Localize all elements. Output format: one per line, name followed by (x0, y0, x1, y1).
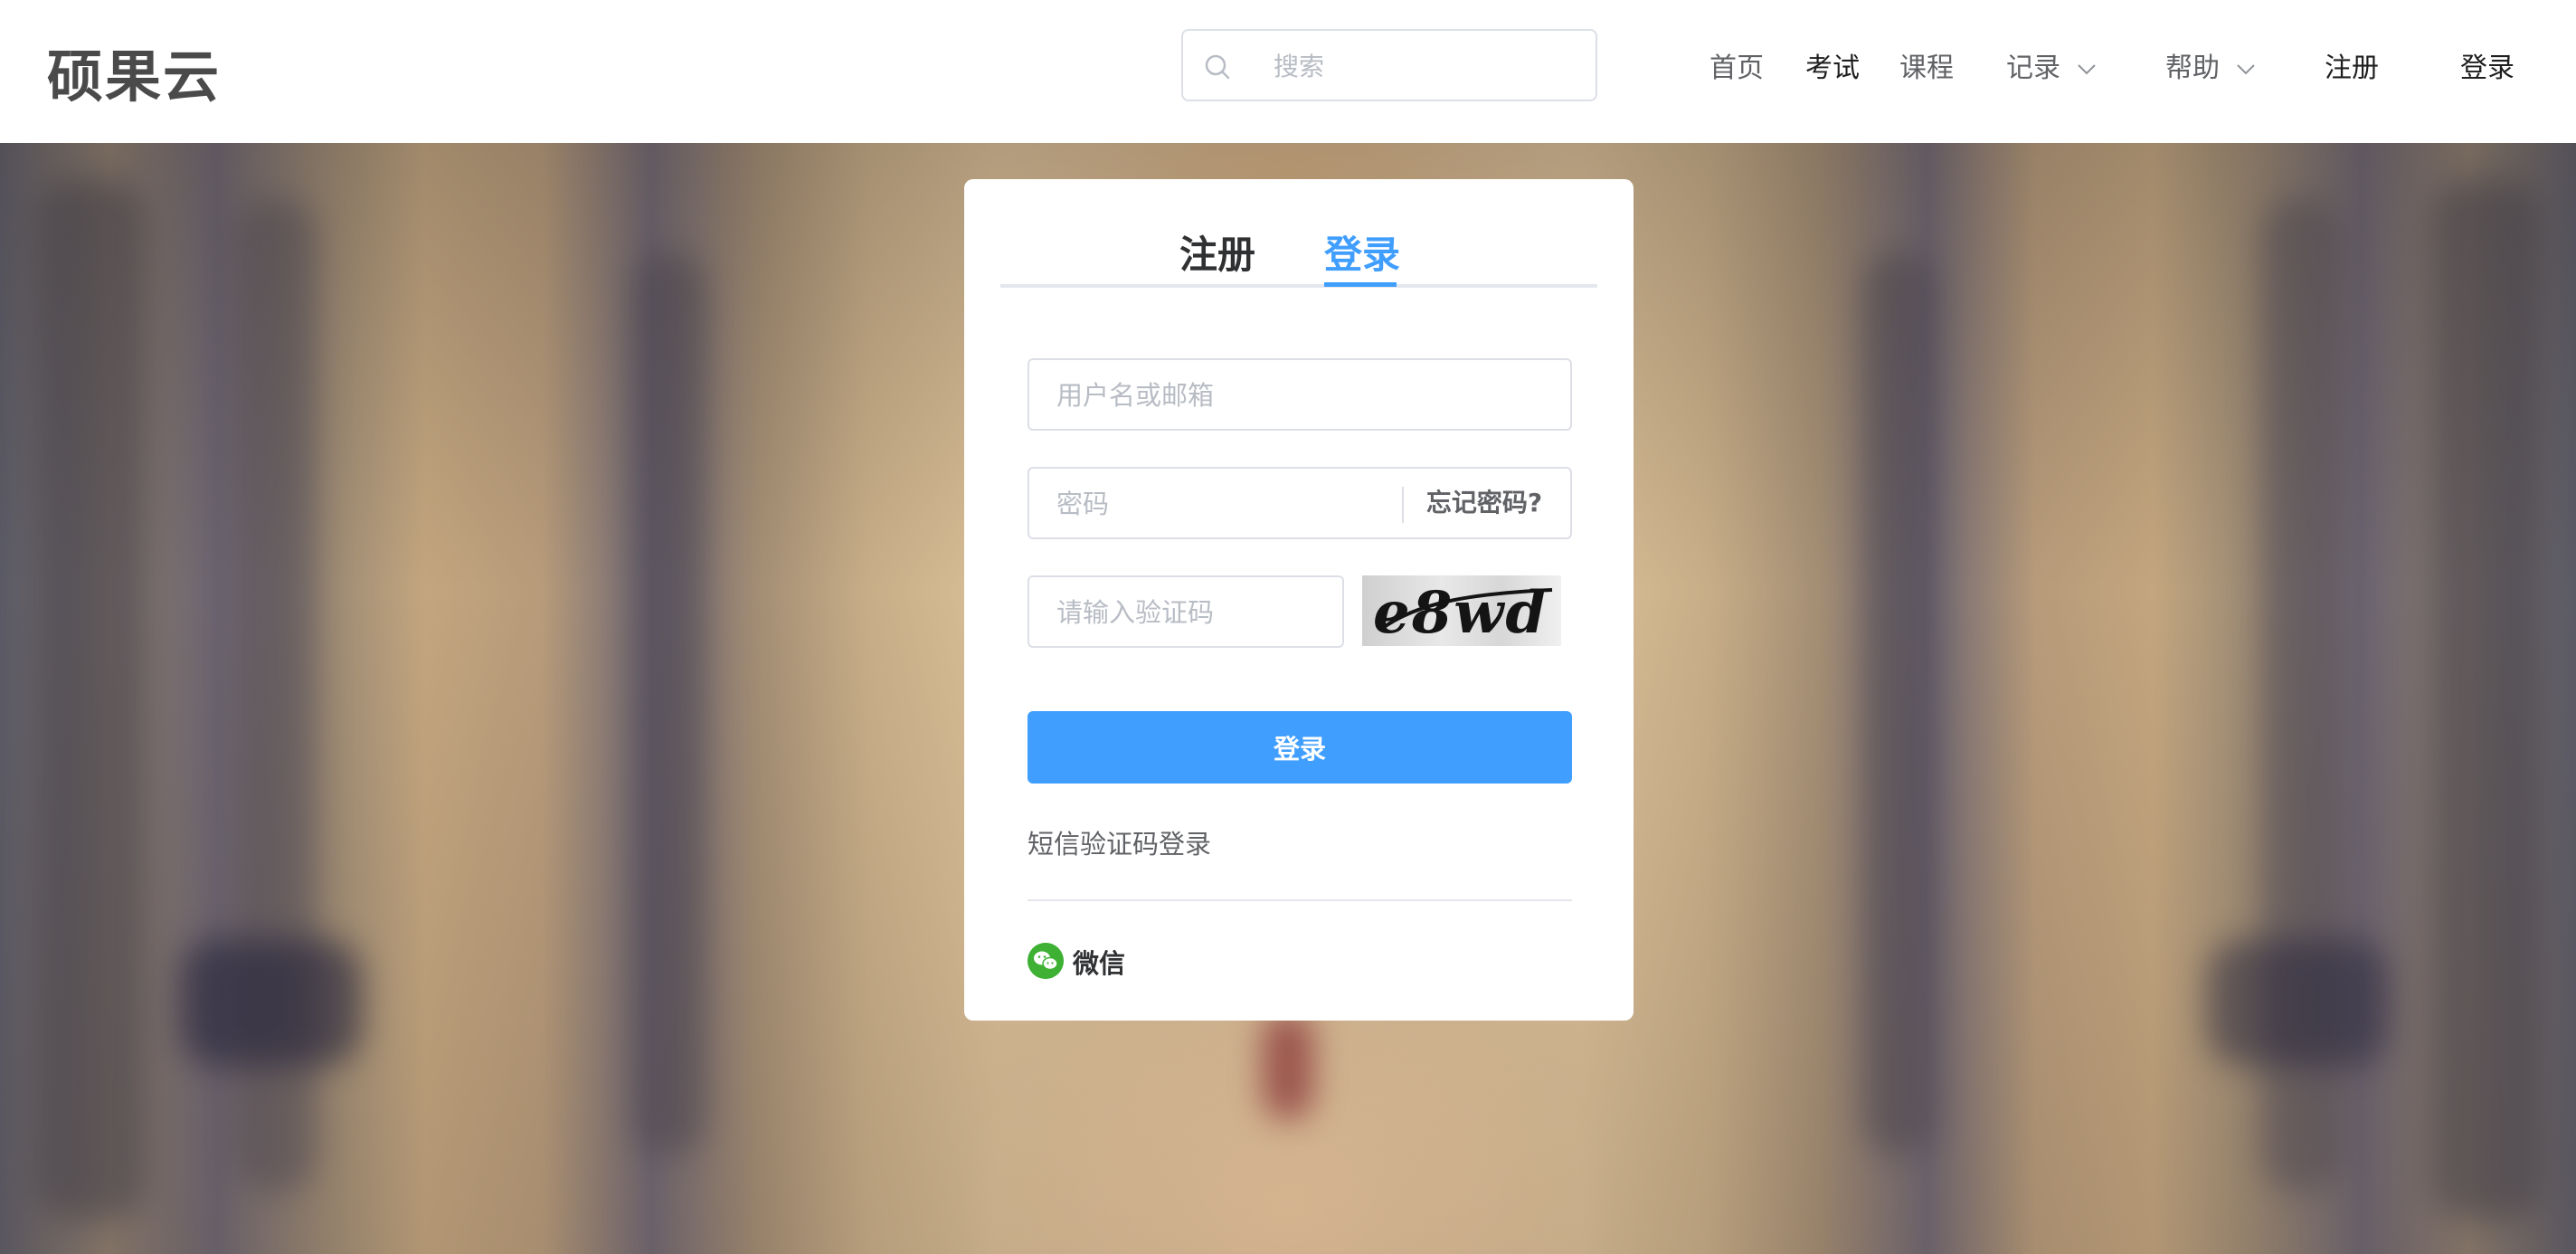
tabs-divider (1000, 284, 1597, 288)
sms-login-link[interactable]: 短信验证码登录 (1028, 823, 1211, 861)
forgot-password-link[interactable]: 忘记密码? (1398, 469, 1570, 537)
top-navbar: 硕果云 首页 考试 课程 记录 帮助 注册 登录 (0, 0, 2576, 143)
site-logo[interactable]: 硕果云 (47, 31, 221, 112)
nav-login[interactable]: 登录 (2460, 45, 2514, 85)
wechat-label: 微信 (1073, 948, 1126, 979)
nav-records-label: 记录 (2006, 52, 2060, 84)
nav-records-dropdown[interactable]: 记录 (2006, 45, 2097, 85)
search-input[interactable] (1274, 43, 1572, 89)
wechat-icon (1028, 943, 1064, 979)
login-button[interactable]: 登录 (1028, 711, 1572, 784)
nav-home[interactable]: 首页 (1709, 45, 1764, 85)
nav-exam[interactable]: 考试 (1805, 45, 1860, 85)
search-icon (1205, 54, 1230, 80)
tab-login[interactable]: 登录 (1324, 224, 1400, 280)
tab-register[interactable]: 注册 (1179, 224, 1255, 280)
captcha-noise-icon (1378, 588, 1553, 632)
username-field[interactable] (1028, 358, 1572, 431)
captcha-field[interactable] (1028, 575, 1344, 648)
chevron-down-icon (2078, 63, 2096, 74)
active-tab-indicator (1324, 282, 1397, 287)
password-field[interactable]: 忘记密码? (1028, 467, 1572, 539)
nav-course[interactable]: 课程 (1899, 45, 1954, 85)
captcha-input[interactable] (1056, 590, 1328, 635)
divider (1028, 899, 1572, 901)
chevron-down-icon (2237, 63, 2255, 74)
nav-help-label: 帮助 (2165, 52, 2220, 84)
username-input[interactable] (1056, 373, 1382, 418)
captcha-image[interactable]: e8wd (1362, 575, 1561, 646)
nav-help-dropdown[interactable]: 帮助 (2165, 45, 2256, 85)
login-card: 注册 登录 忘记密码? e8wd 登录 短信验证码登录 微信 (964, 179, 1634, 1021)
nav-register[interactable]: 注册 (2325, 45, 2379, 85)
password-input[interactable] (1056, 481, 1382, 527)
search-box[interactable] (1181, 29, 1597, 101)
